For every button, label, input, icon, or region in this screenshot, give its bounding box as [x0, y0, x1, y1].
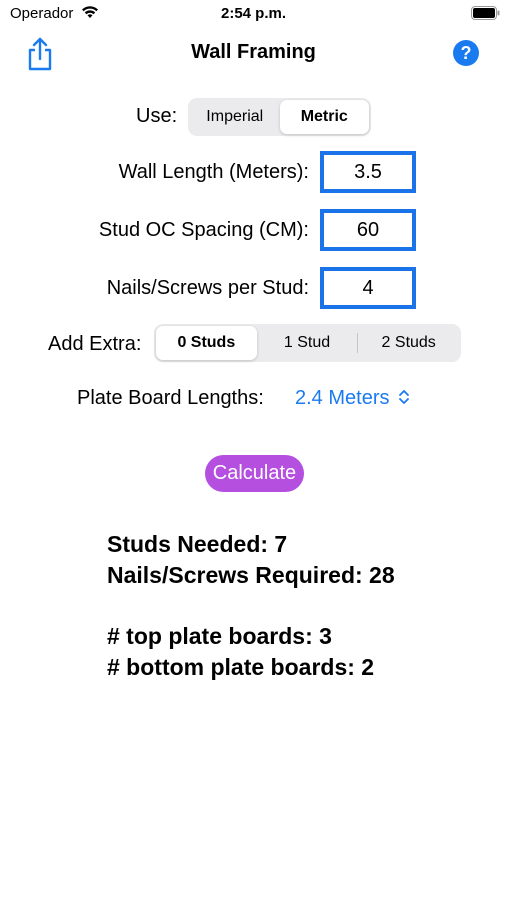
chevron-up-down-icon	[399, 390, 409, 404]
plate-lengths-value: 2.4 Meters	[295, 387, 390, 409]
units-metric-option[interactable]: Metric	[279, 100, 369, 134]
status-time: 2:54 p.m.	[220, 5, 287, 22]
stud-spacing-field[interactable]: 60	[320, 209, 416, 251]
units-segmented-control: Imperial Metric	[188, 98, 371, 136]
nails-required-result: Nails/Screws Required: 28	[107, 562, 395, 588]
page-title: Wall Framing	[191, 41, 316, 63]
plate-lengths-label: Plate Board Lengths:	[77, 387, 264, 409]
bottom-plate-result: # bottom plate boards: 2	[107, 654, 375, 680]
studs-needed-result: Studs Needed: 7	[107, 531, 288, 557]
add-extra-label: Add Extra:	[48, 333, 142, 355]
nails-per-stud-label: Nails/Screws per Stud:	[106, 277, 309, 299]
battery-icon	[471, 6, 500, 20]
nails-per-stud-field[interactable]: 4	[320, 267, 416, 309]
help-icon[interactable]: ?	[453, 40, 479, 66]
units-label: Use:	[136, 105, 178, 127]
stud-spacing-label: Stud OC Spacing (CM):	[98, 219, 309, 241]
calculate-button[interactable]: Calculate	[205, 455, 304, 492]
add-extra-segmented-control: 0 Studs 1 Stud 2 Studs	[154, 324, 461, 362]
extra-1-stud-option[interactable]: 1 Stud	[257, 326, 358, 360]
wall-length-field[interactable]: 3.5	[320, 151, 416, 193]
top-plate-result: # top plate boards: 3	[107, 623, 332, 649]
units-imperial-option[interactable]: Imperial	[190, 100, 280, 134]
wall-length-label: Wall Length (Meters):	[118, 161, 309, 183]
extra-0-studs-option[interactable]: 0 Studs	[156, 326, 257, 360]
extra-2-studs-option[interactable]: 2 Studs	[358, 326, 459, 360]
plate-lengths-picker[interactable]: 2.4 Meters	[295, 387, 411, 410]
